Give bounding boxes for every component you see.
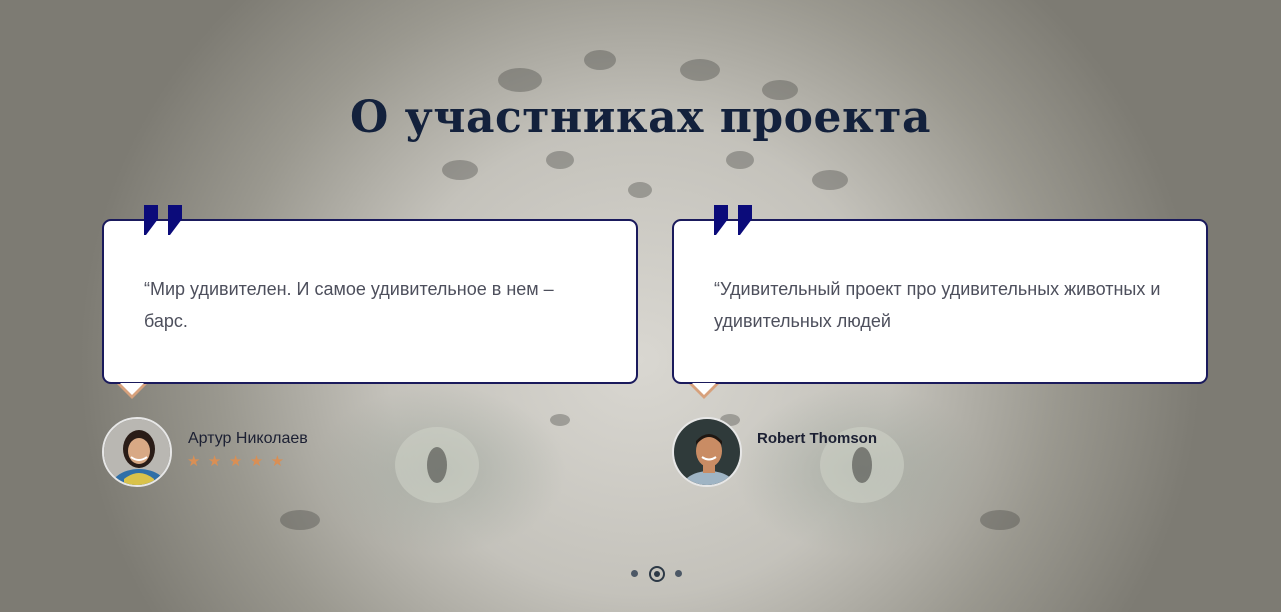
star-icon: ★ <box>187 453 201 470</box>
star-icon: ★ <box>207 453 222 470</box>
carousel-dot[interactable] <box>631 570 638 577</box>
card-pointer <box>117 383 147 399</box>
testimonial-card: “Мир удивителен. И самое удивительное в … <box>102 205 638 384</box>
quote-mark-icon <box>714 205 752 235</box>
star-icon: ★ <box>270 453 285 470</box>
avatar <box>102 417 172 487</box>
quote-mark-icon <box>144 205 182 235</box>
card-pointer <box>689 383 719 399</box>
testimonial-quote: “Мир удивителен. И самое удивительное в … <box>144 279 554 331</box>
author-name: Robert Thomson <box>757 430 877 447</box>
section-title: О участниках проекта <box>349 92 932 143</box>
testimonial-card: “Удивительный проект про удивительных жи… <box>672 205 1208 384</box>
testimonial-quote: “Удивительный проект про удивительных жи… <box>714 279 1161 331</box>
star-icon: ★ <box>228 453 243 470</box>
avatar <box>672 417 742 487</box>
rating-stars: ★ ★ ★ ★ ★ <box>187 452 287 471</box>
star-icon: ★ <box>249 453 264 470</box>
author-name: Артур Николаев <box>188 430 308 447</box>
carousel-pagination <box>628 566 688 582</box>
carousel-dot[interactable] <box>675 570 682 577</box>
carousel-dot-active[interactable] <box>649 566 665 582</box>
